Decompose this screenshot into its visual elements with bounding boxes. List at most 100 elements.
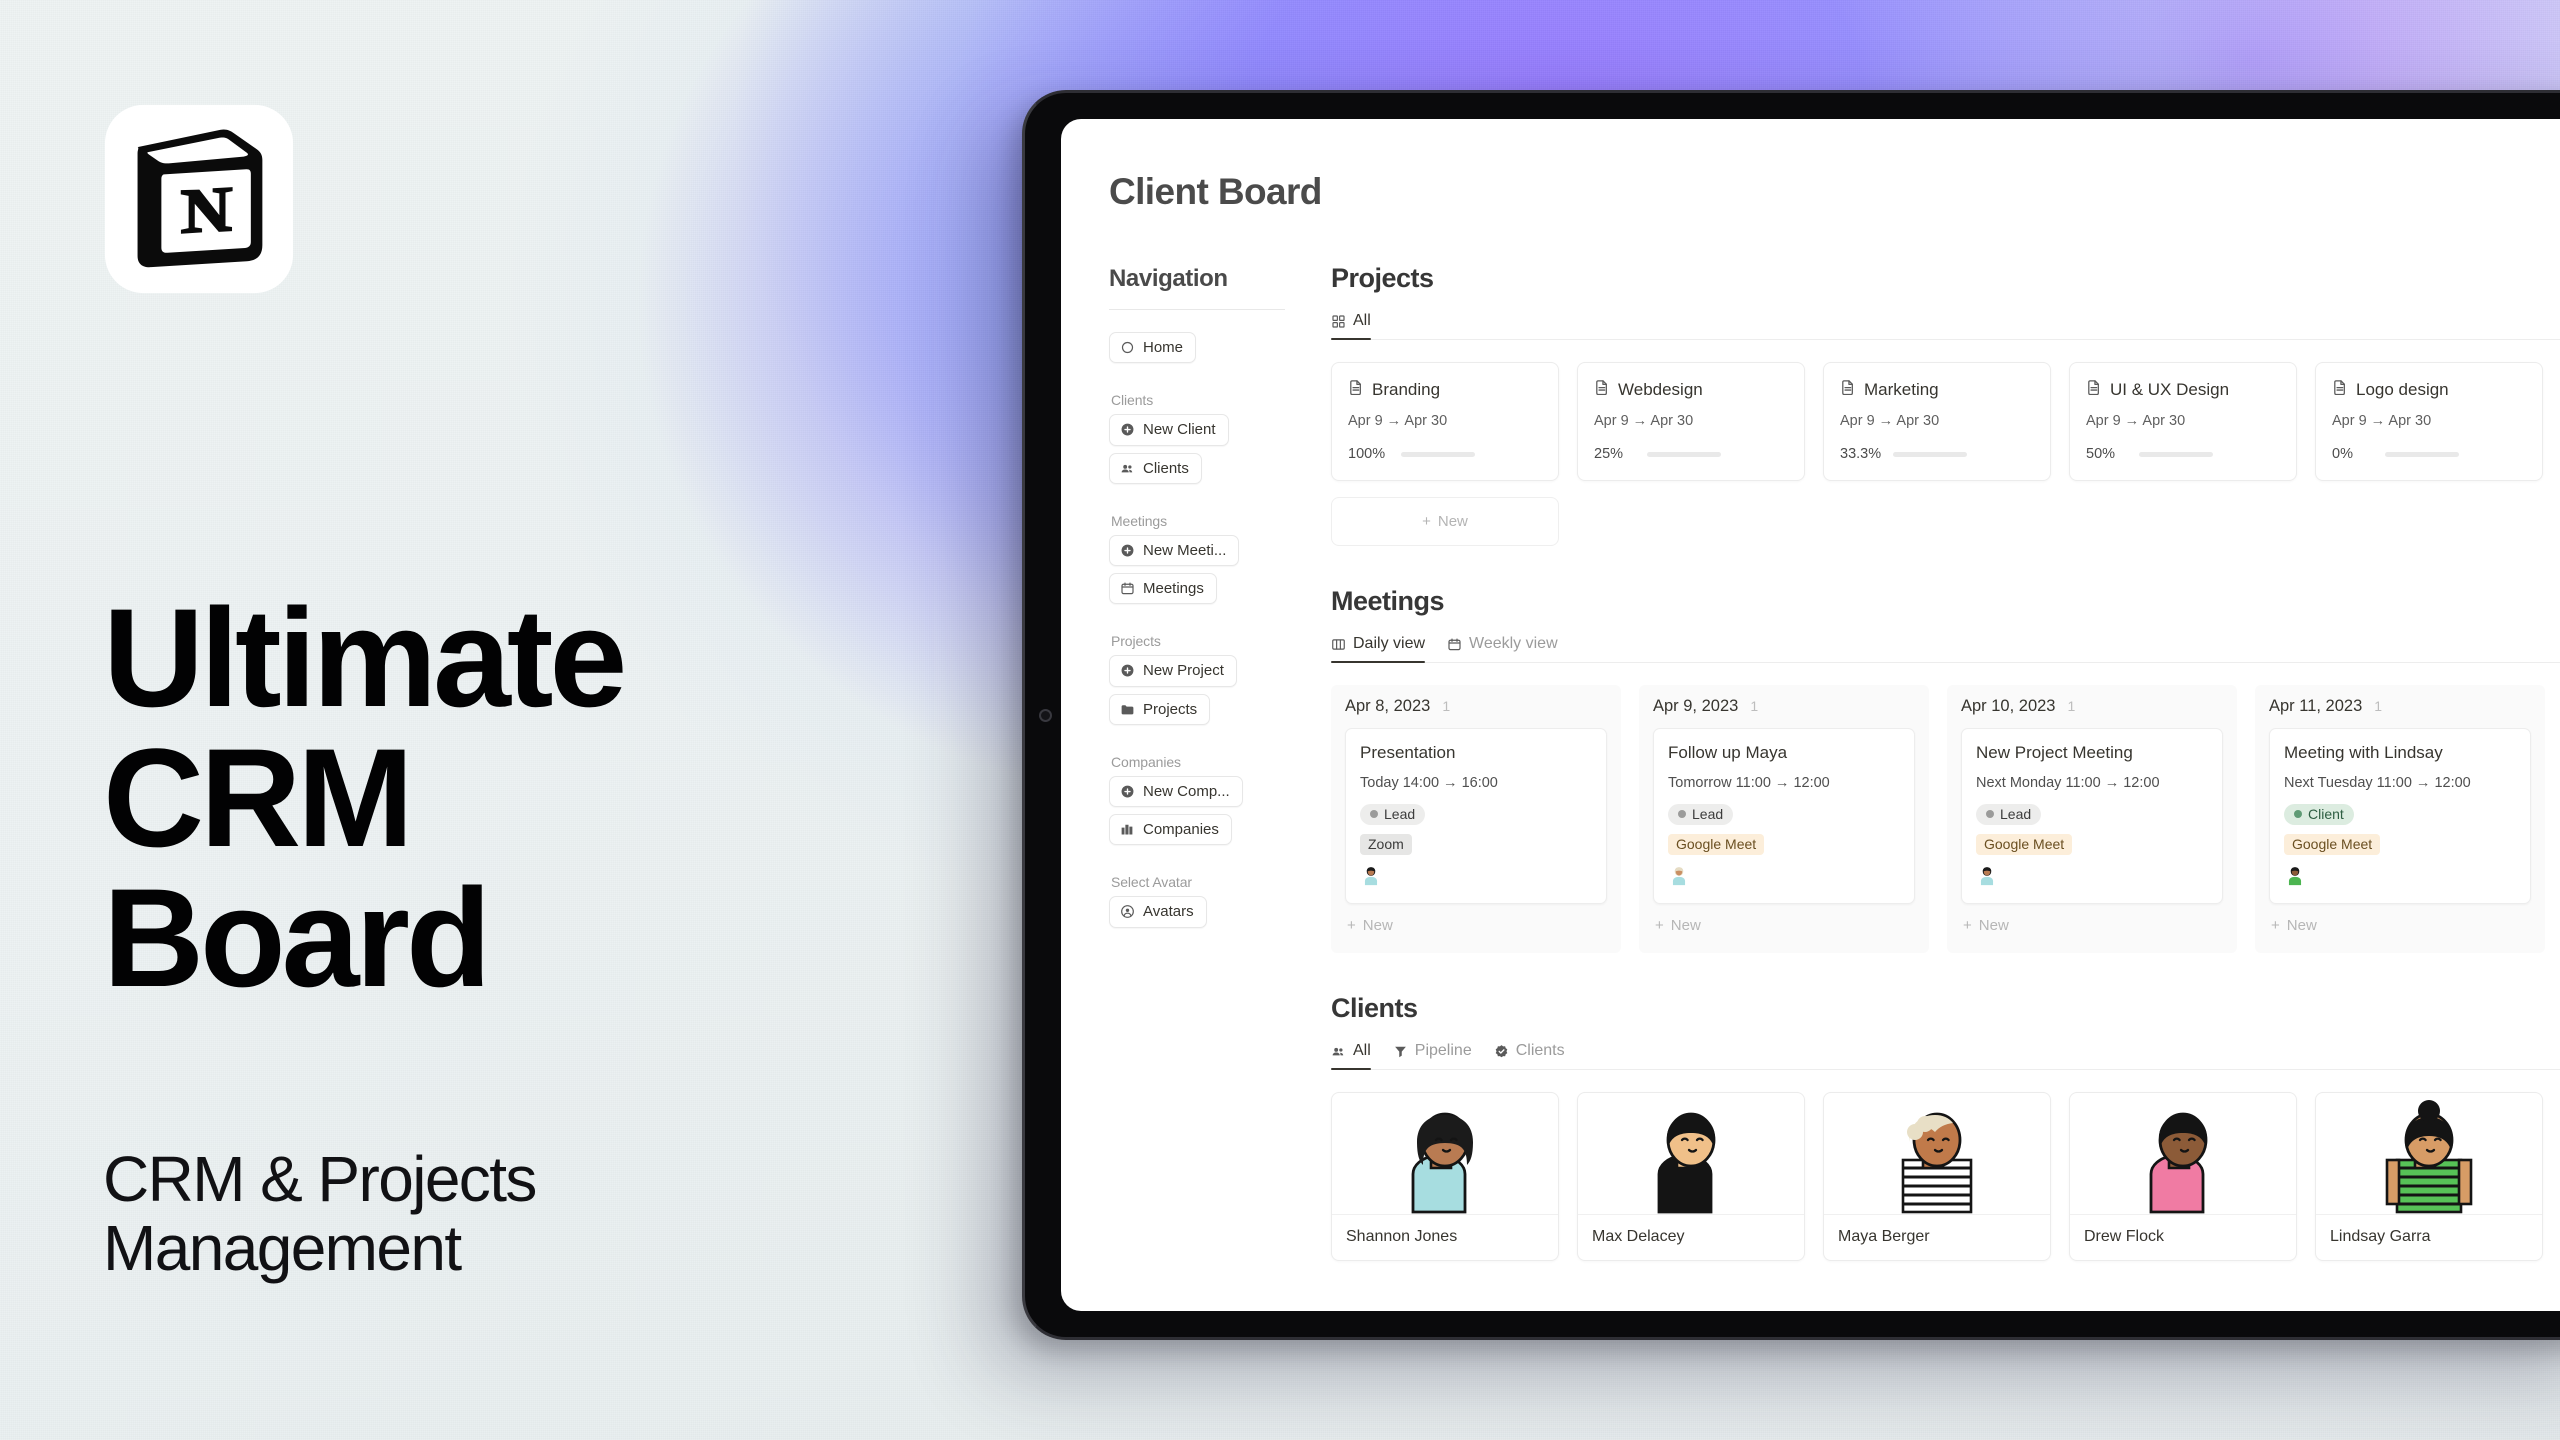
tab-clients[interactable]: Clients <box>1494 1042 1565 1069</box>
meeting-day-column: Apr 8, 2023 1 Presentation Today 14:00 → 16… <box>1331 685 1621 953</box>
tab-label: Weekly view <box>1469 635 1558 652</box>
main-content: Projects All Branding Apr 9 → Apr 30 100% W… <box>1285 263 2560 1301</box>
status-label: Lead <box>1692 806 1724 822</box>
meeting-time: Next Monday 11:00 → 12:00 <box>1976 775 2160 791</box>
progress-bar-track <box>1401 451 1475 457</box>
sidebar-item-projects[interactable]: Projects <box>1109 693 1211 725</box>
tab-label: Daily view <box>1353 635 1426 652</box>
new-meeting-button[interactable]: + New <box>1653 904 1915 947</box>
sidebar-item-companies[interactable]: Companies <box>1109 814 1232 846</box>
client-avatar <box>2316 1093 2542 1215</box>
sidebar-group-projects: Projects New Project Projects <box>1109 633 1285 732</box>
meeting-time: Tomorrow 11:00 → 12:00 <box>1668 775 1830 791</box>
project-card[interactable]: UI & UX Design Apr 9 → Apr 30 50% <box>2069 362 2297 481</box>
project-card[interactable]: Webdesign Apr 9 → Apr 30 25% <box>1577 362 1805 481</box>
new-project-card-button[interactable]: + New <box>1331 497 1559 546</box>
new-meeting-button[interactable]: + New <box>2269 904 2531 947</box>
new-meeting-button[interactable]: + New <box>1345 904 1607 947</box>
new-meeting-label: New <box>1670 917 1701 934</box>
tablet-screen: Client Board Navigation Home Clients New C… <box>1061 119 2560 1311</box>
project-card[interactable]: Marketing Apr 9 → Apr 30 33.3% <box>1823 362 2051 481</box>
clients-section: Clients All Pipeline Clients Shannon Jones… <box>1331 993 2560 1261</box>
sidebar-item-new-project[interactable]: New Project <box>1109 655 1237 687</box>
tab-all[interactable]: All <box>1331 312 1371 340</box>
sidebar-item-avatars[interactable]: Avatars <box>1109 896 1207 928</box>
meeting-day-column: Apr 11, 2023 1 Meeting with Lindsay Next Tu… <box>2255 685 2545 953</box>
sidebar-item-clients[interactable]: Clients <box>1109 452 1202 484</box>
sidebar-item-label: Clients <box>1143 459 1189 477</box>
tab-pipeline[interactable]: Pipeline <box>1393 1042 1472 1069</box>
progress-bar-track <box>1647 451 1721 457</box>
meeting-card[interactable]: New Project Meeting Next Monday 11:00 → 1… <box>1961 728 2223 904</box>
project-percent-label: 25% <box>1594 446 1624 462</box>
tab-daily-view[interactable]: Daily view <box>1331 635 1426 663</box>
platform-tag: Google Meet <box>2284 834 2381 855</box>
page-subtitle: CRM & Projects Management <box>103 1143 537 1285</box>
circle-icon <box>1120 340 1135 355</box>
sidebar-item-new-client[interactable]: New Client <box>1109 414 1229 446</box>
sidebar-item-new-comp[interactable]: New Comp... <box>1109 775 1243 807</box>
client-card[interactable]: Drew Flock <box>2069 1092 2297 1261</box>
client-avatar <box>1332 1093 1558 1215</box>
board-icon <box>1331 637 1346 652</box>
sidebar-item-meetings[interactable]: Meetings <box>1109 573 1217 605</box>
meeting-card[interactable]: Meeting with Lindsay Next Tuesday 11:00 →… <box>2269 728 2531 904</box>
sidebar-group-clients: Clients New Client Clients <box>1109 392 1285 491</box>
client-name: Maya Berger <box>1838 1228 1930 1245</box>
project-name: Webdesign <box>1618 379 1703 399</box>
building-icon <box>1120 822 1135 837</box>
hero-panel: Ultimate CRM Board CRM & Projects Manage… <box>0 0 1040 1440</box>
tab-label: All <box>1353 1042 1371 1059</box>
project-card[interactable]: Logo design Apr 9 → Apr 30 0% <box>2315 362 2543 481</box>
meeting-count: 1 <box>1750 698 1759 714</box>
tab-all[interactable]: All <box>1331 1042 1371 1070</box>
sidebar-item-label: New Client <box>1143 421 1216 439</box>
client-avatar <box>1578 1093 1804 1215</box>
meetings-section: Meetings Daily view Weekly view Apr 8, 20… <box>1331 586 2560 953</box>
badge-icon <box>1494 1044 1509 1059</box>
status-badge: Client <box>2284 804 2354 825</box>
project-name: Branding <box>1372 379 1441 399</box>
new-meeting-button[interactable]: + New <box>1961 904 2223 947</box>
client-card[interactable]: Lindsay Garra <box>2315 1092 2543 1261</box>
camera-icon <box>1039 709 1052 722</box>
project-date-range: Apr 9 → Apr 30 <box>1840 413 1940 429</box>
sidebar-item-home[interactable]: Home <box>1109 332 1197 364</box>
tab-weekly-view[interactable]: Weekly view <box>1447 635 1558 662</box>
plus-circle-icon <box>1120 663 1135 678</box>
folder-icon <box>1120 702 1135 717</box>
meeting-column-header: Apr 11, 2023 1 <box>2269 697 2531 716</box>
sidebar-group-label: Projects <box>1111 633 1161 650</box>
client-avatar <box>1824 1093 2050 1215</box>
calendar-icon <box>1120 581 1135 596</box>
meetings-column-row: Apr 8, 2023 1 Presentation Today 14:00 → 16… <box>1331 685 2560 953</box>
client-card[interactable]: Shannon Jones <box>1331 1092 1559 1261</box>
project-percent-label: 100% <box>1348 446 1386 462</box>
platform-tag: Google Meet <box>1976 834 2073 855</box>
project-percent-label: 33.3% <box>1840 446 1882 462</box>
clients-title: Clients <box>1331 993 1418 1023</box>
meeting-count: 1 <box>2374 698 2383 714</box>
plus-icon: + <box>1655 917 1664 934</box>
sidebar-item-label: New Comp... <box>1143 782 1230 800</box>
meeting-card[interactable]: Presentation Today 14:00 → 16:00 Lead Zoom <box>1345 728 1607 904</box>
project-name: UI & UX Design <box>2110 379 2230 399</box>
avatar <box>2284 865 2516 891</box>
meeting-card[interactable]: Follow up Maya Tomorrow 11:00 → 12:00 Lead… <box>1653 728 1915 904</box>
client-card[interactable]: Maya Berger <box>1823 1092 2051 1261</box>
plus-icon: + <box>2271 917 2280 934</box>
sidebar-item-new-meeti[interactable]: New Meeti... <box>1109 534 1240 566</box>
project-date-range: Apr 9 → Apr 30 <box>1348 413 1448 429</box>
status-badge: Lead <box>1668 804 1734 825</box>
new-meeting-label: New <box>1978 917 2009 934</box>
tab-label: All <box>1353 312 1371 329</box>
project-card-header: Marketing <box>1840 379 2034 400</box>
sidebar-item-label: Projects <box>1143 700 1198 718</box>
meeting-date: Apr 10, 2023 <box>1961 697 2056 715</box>
status-dot-icon <box>1678 810 1686 818</box>
project-percent-label: 0% <box>2332 446 2353 462</box>
meeting-date: Apr 11, 2023 <box>2269 697 2363 715</box>
sidebar-item-label: Meetings <box>1143 580 1204 597</box>
client-card[interactable]: Max Delacey <box>1577 1092 1805 1261</box>
project-card[interactable]: Branding Apr 9 → Apr 30 100% <box>1331 362 1559 481</box>
